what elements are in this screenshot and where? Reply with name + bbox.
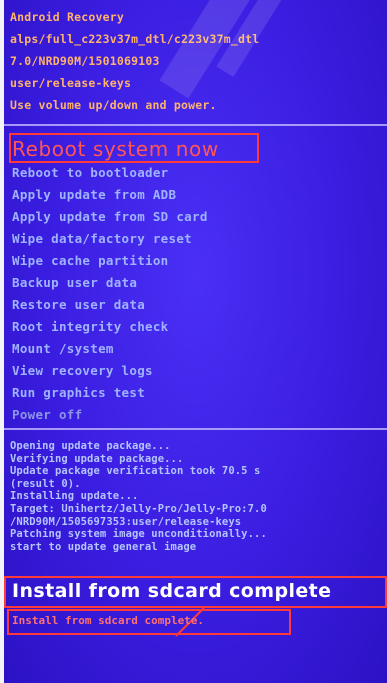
- annotation-connector: [175, 607, 205, 637]
- recovery-screen: Android Recovery alps/full_c223v37m_dtl/…: [4, 0, 387, 683]
- install-complete-message: Install from sdcard complete.: [12, 614, 205, 627]
